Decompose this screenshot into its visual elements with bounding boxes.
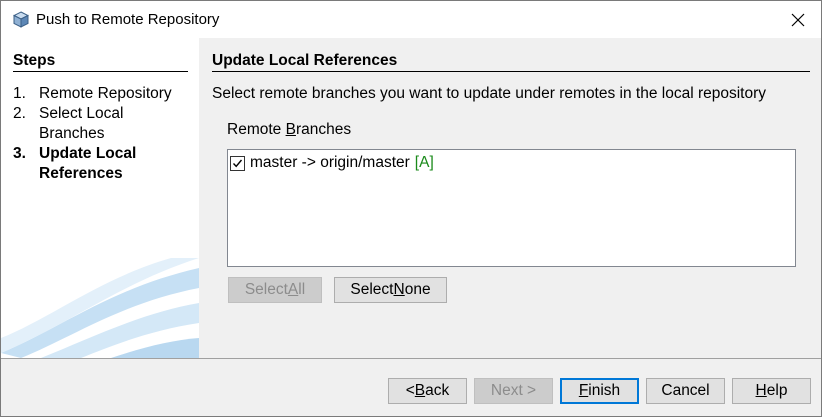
page-title-divider — [212, 71, 810, 72]
page-title: Update Local References — [212, 52, 398, 69]
mnemonic: N — [393, 281, 405, 298]
button-text: inish — [588, 382, 621, 399]
mnemonic: A — [287, 281, 299, 298]
finish-button[interactable]: Finish — [560, 378, 639, 404]
push-dialog: Push to Remote Repository Steps 1. Remot… — [0, 0, 822, 417]
button-text: < — [405, 382, 415, 399]
step-number: 2. — [13, 105, 26, 122]
label-text: ranches — [295, 121, 352, 138]
button-text: elp — [766, 382, 788, 399]
steps-panel: Steps 1. Remote Repository 2. Select Loc… — [1, 38, 199, 358]
decorative-swoosh — [1, 258, 199, 358]
mnemonic: H — [755, 382, 767, 399]
step-number: 3. — [13, 145, 26, 162]
step-label: Remote Repository — [39, 85, 172, 102]
step-item: 2. Select Local Branches — [13, 104, 193, 144]
button-text: Select — [244, 281, 288, 298]
steps-heading: Steps — [13, 52, 56, 69]
list-item[interactable]: master -> origin/master [A] — [230, 153, 434, 173]
button-text: ack — [425, 382, 450, 399]
cancel-button[interactable]: Cancel — [646, 378, 725, 404]
next-button[interactable]: Next > — [474, 378, 553, 404]
close-icon — [791, 13, 805, 26]
steps-list: 1. Remote Repository 2. Select Local Bra… — [13, 84, 193, 184]
remote-branches-label: Remote Branches — [227, 121, 351, 139]
netbeans-cube-icon — [12, 11, 30, 28]
steps-divider — [13, 71, 188, 72]
select-none-button[interactable]: Select None — [334, 277, 447, 303]
window-title: Push to Remote Repository — [36, 11, 220, 28]
footer-divider — [1, 358, 821, 359]
button-text: ll — [298, 281, 306, 298]
help-button[interactable]: Help — [732, 378, 811, 404]
step-item: 1. Remote Repository — [13, 84, 193, 104]
step-label: Select Local Branches — [39, 105, 124, 142]
button-text: Select — [350, 281, 394, 298]
mnemonic: B — [285, 121, 296, 138]
step-item-current: 3. Update Local References — [13, 144, 193, 184]
branch-status-tag: [A] — [414, 154, 434, 171]
content-panel: Update Local References Select remote br… — [200, 38, 821, 358]
page-description: Select remote branches you want to updat… — [212, 85, 767, 102]
button-text: one — [404, 281, 431, 298]
checkmark-icon — [232, 159, 243, 167]
branch-checkbox[interactable] — [230, 155, 245, 171]
close-button[interactable] — [775, 1, 821, 38]
step-label: Update Local References — [39, 145, 137, 182]
branch-name: master -> origin/master — [250, 154, 410, 171]
mnemonic: F — [578, 382, 589, 399]
step-number: 1. — [13, 85, 26, 102]
back-button[interactable]: < Back — [388, 378, 467, 404]
remote-branches-list[interactable]: master -> origin/master [A] — [227, 149, 796, 267]
select-all-button[interactable]: Select All — [228, 277, 322, 303]
title-bar: Push to Remote Repository — [1, 1, 821, 38]
label-text: Remote — [227, 121, 286, 138]
mnemonic: B — [414, 382, 426, 399]
